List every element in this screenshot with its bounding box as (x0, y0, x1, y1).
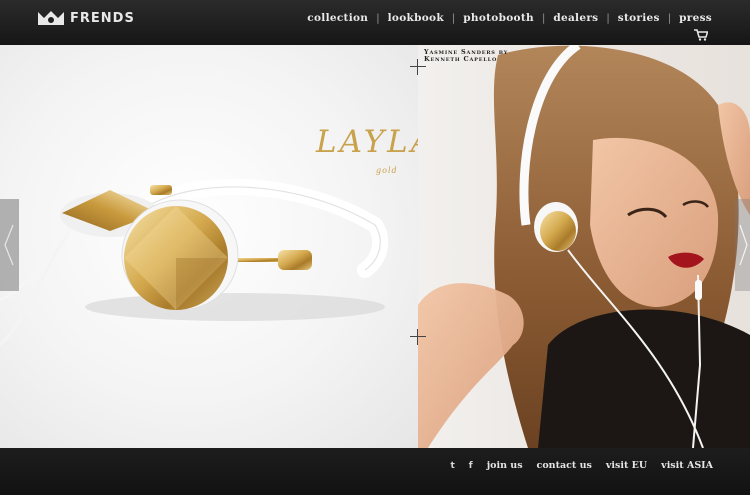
lookbook-photo (418, 45, 750, 448)
product-color: gold (376, 166, 398, 175)
footer-contact-us[interactable]: contact us (537, 460, 592, 471)
chevron-left-icon (4, 224, 14, 266)
crown-logo-icon (38, 11, 64, 25)
facebook-icon[interactable]: f (469, 461, 473, 471)
twitter-icon[interactable]: t (450, 461, 454, 471)
nav-stories[interactable]: stories (618, 12, 660, 24)
main-nav: collection | lookbook | photobooth | dea… (307, 12, 712, 24)
site-header: FRENDS collection | lookbook | photoboot… (0, 0, 750, 46)
crosshair-marker (410, 329, 426, 345)
brand-name: FRENDS (70, 10, 135, 26)
credit-photographer: Kenneth Capello (424, 55, 498, 64)
nav-separator: | (606, 12, 610, 24)
footer-links: t f join us contact us visit EU visit AS… (450, 460, 713, 471)
footer-join-us[interactable]: join us (487, 460, 523, 471)
nav-dealers[interactable]: dealers (553, 12, 598, 24)
nav-lookbook[interactable]: lookbook (388, 12, 444, 24)
nav-separator: | (541, 12, 546, 24)
photo-credit: Yasmine Sanders by Kenneth Capello (424, 48, 514, 64)
next-slide-button[interactable] (735, 199, 750, 291)
footer-visit-eu[interactable]: visit EU (606, 460, 647, 471)
headphones-image (0, 178, 389, 347)
nav-separator: | (376, 12, 380, 24)
footer-visit-asia[interactable]: visit ASIA (661, 460, 713, 471)
cart-icon[interactable] (694, 29, 708, 41)
nav-press[interactable]: press (679, 12, 712, 24)
brand-logo[interactable]: FRENDS (37, 10, 135, 26)
nav-separator: | (451, 12, 456, 24)
model-photo (418, 45, 750, 448)
prev-slide-button[interactable] (0, 199, 19, 291)
site-footer: t f join us contact us visit EU visit AS… (0, 448, 750, 495)
hero-slideshow: LAYLA gold Yasmine Sanders by Kenneth Ca… (0, 45, 750, 448)
chevron-right-icon (739, 224, 748, 266)
crosshair-marker (410, 59, 426, 75)
nav-photobooth[interactable]: photobooth (463, 12, 534, 24)
product-image: LAYLA gold (0, 45, 433, 448)
nav-collection[interactable]: collection (307, 12, 368, 24)
nav-separator: | (667, 12, 672, 24)
